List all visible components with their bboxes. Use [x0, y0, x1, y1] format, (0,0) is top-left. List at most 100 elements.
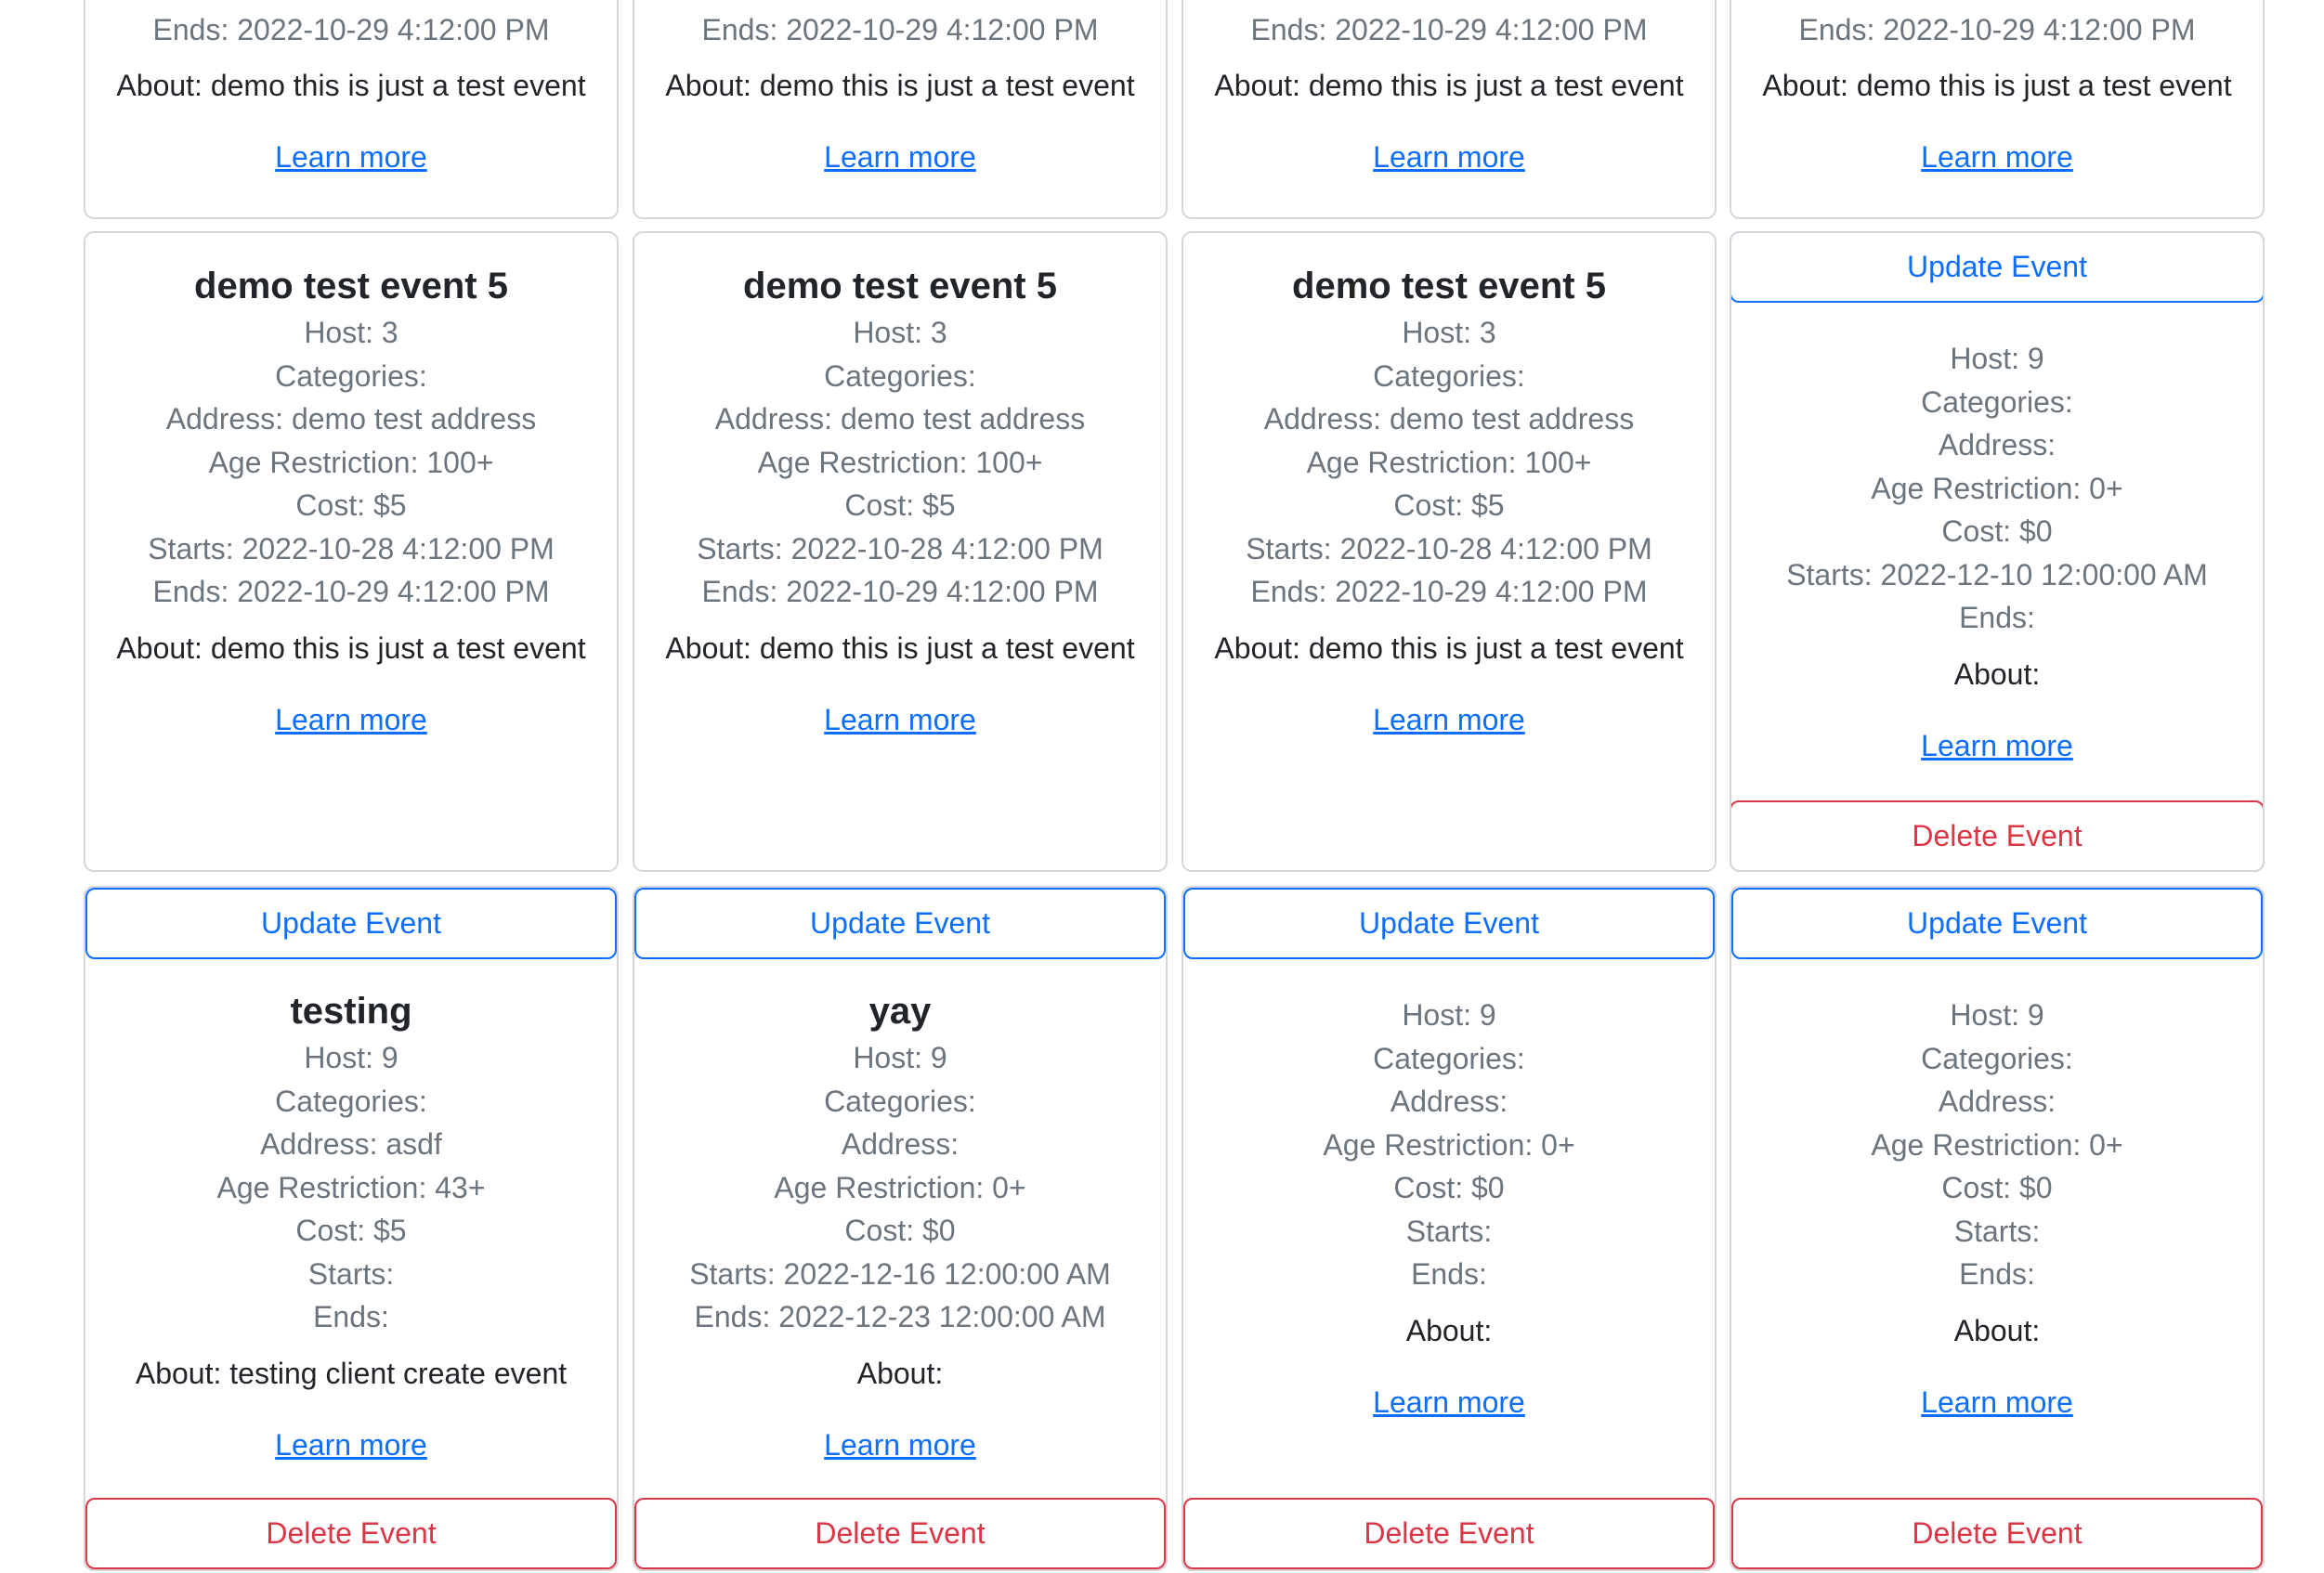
event-about: About: testing client create event [135, 1356, 568, 1390]
event-host: Host: 9 [1402, 998, 1496, 1032]
event-cost: Cost: $0 [844, 1214, 956, 1247]
learn-more-link[interactable]: Learn more [824, 701, 976, 738]
event-ends: Ends: 2022-10-29 4:12:00 PM [1250, 575, 1648, 608]
event-cost: Cost: $5 [844, 488, 956, 522]
event-starts: Starts: 2022-10-28 4:12:00 PM [697, 531, 1103, 566]
event-title: demo test event 5 [194, 266, 508, 306]
event-age-restriction: Age Restriction: 100+ [1306, 445, 1592, 479]
event-cost: Cost: $0 [1941, 1171, 2053, 1204]
event-address: Address: demo test address [1263, 402, 1635, 436]
event-ends: Ends: [313, 1300, 389, 1333]
update-event-button[interactable]: Update Event [1730, 231, 2265, 303]
update-event-button[interactable]: Update Event [1183, 888, 1715, 959]
event-about: About: demo this is just a test event [116, 630, 586, 665]
event-title: testing [290, 991, 412, 1032]
event-host: Host: 9 [304, 1041, 398, 1074]
event-age-restriction: Age Restriction: 100+ [757, 445, 1043, 479]
delete-event-button[interactable]: Delete Event [1730, 800, 2265, 872]
learn-more-link[interactable]: Learn more [1373, 701, 1525, 738]
event-card: demo test event 5 Host: 3 Categories: Ad… [84, 231, 619, 872]
event-ends: Ends: 2022-10-29 4:12:00 PM [152, 575, 550, 608]
event-ends: Ends: 2022-10-29 4:12:00 PM [152, 12, 550, 46]
event-address: Address: [1390, 1085, 1508, 1118]
event-card: Update Event Host: 9 Categories: Address… [1182, 886, 1717, 1571]
event-cost: Cost: $5 [295, 1214, 407, 1247]
learn-more-link[interactable]: Learn more [275, 701, 427, 738]
event-card: Update Event Host: 9 Categories: Address… [1730, 231, 2265, 872]
event-card: Starts: 2022-10-28 4:12:00 PM Ends: 2022… [84, 0, 619, 219]
event-title: demo test event 5 [1292, 266, 1606, 306]
event-ends: Ends: 2022-10-29 4:12:00 PM [1250, 12, 1648, 46]
event-ends: Ends: 2022-10-29 4:12:00 PM [1798, 12, 2196, 46]
event-about: About: [1405, 1313, 1493, 1347]
update-event-button[interactable]: Update Event [634, 888, 1166, 959]
event-ends: Ends: [1959, 601, 2035, 634]
learn-more-link[interactable]: Learn more [1921, 138, 2073, 176]
event-card: Starts: 2022-10-28 4:12:00 PM Ends: 2022… [1730, 0, 2265, 219]
event-card: Update Event yay Host: 9 Categories: Add… [633, 886, 1168, 1571]
event-card: Update Event testing Host: 9 Categories:… [84, 886, 619, 1571]
event-address: Address: [841, 1127, 960, 1161]
learn-more-link[interactable]: Learn more [275, 1426, 427, 1463]
event-host: Host: 9 [1950, 998, 2044, 1032]
event-starts: Starts: 2022-10-28 4:12:00 PM [1731, 0, 2263, 8]
event-starts: Starts: 2022-10-28 4:12:00 PM [1246, 531, 1652, 566]
event-age-restriction: Age Restriction: 100+ [208, 445, 494, 479]
delete-event-button[interactable]: Delete Event [85, 1498, 617, 1569]
event-starts: Starts: 2022-10-28 4:12:00 PM [634, 0, 1166, 8]
event-age-restriction: Age Restriction: 0+ [1871, 1127, 2123, 1162]
event-cost: Cost: $0 [1393, 1171, 1505, 1204]
event-starts: Starts: 2022-10-28 4:12:00 PM [85, 0, 617, 8]
event-about: About: [1953, 656, 2041, 691]
event-categories: Categories: [275, 358, 427, 393]
event-card: Starts: 2022-10-28 4:12:00 PM Ends: 2022… [633, 0, 1168, 219]
delete-event-button[interactable]: Delete Event [1183, 1498, 1715, 1569]
learn-more-link[interactable]: Learn more [275, 138, 427, 176]
event-address: Address: [1938, 1085, 2056, 1118]
event-categories: Categories: [1921, 1041, 2073, 1075]
learn-more-link[interactable]: Learn more [824, 138, 976, 176]
event-categories: Categories: [1373, 1041, 1525, 1075]
update-event-button[interactable]: Update Event [1731, 888, 2263, 959]
event-starts: Starts: [1405, 1214, 1493, 1248]
event-categories: Categories: [824, 1084, 976, 1118]
event-card: Update Event Host: 9 Categories: Address… [1730, 886, 2265, 1571]
event-card: demo test event 5 Host: 3 Categories: Ad… [1182, 231, 1717, 872]
event-about: About: demo this is just a test event [1214, 69, 1684, 102]
event-ends: Ends: [1411, 1257, 1487, 1291]
event-ends: Ends: 2022-10-29 4:12:00 PM [701, 575, 1099, 608]
event-starts: Starts: 2022-12-16 12:00:00 AM [689, 1256, 1111, 1291]
delete-event-button[interactable]: Delete Event [634, 1498, 1166, 1569]
event-categories: Categories: [1373, 358, 1525, 393]
event-age-restriction: Age Restriction: 43+ [216, 1170, 486, 1204]
learn-more-link[interactable]: Learn more [1373, 1384, 1525, 1421]
event-starts: Starts: [1953, 1214, 2041, 1248]
event-starts: Starts: [307, 1256, 395, 1291]
learn-more-link[interactable]: Learn more [1921, 727, 2073, 764]
learn-more-link[interactable]: Learn more [824, 1426, 976, 1463]
event-about: About: demo this is just a test event [1214, 630, 1684, 665]
event-host: Host: 3 [304, 316, 398, 349]
learn-more-link[interactable]: Learn more [1373, 138, 1525, 176]
event-about: About: demo this is just a test event [1762, 69, 2232, 102]
learn-more-link[interactable]: Learn more [1921, 1384, 2073, 1421]
event-about: About: demo this is just a test event [665, 69, 1135, 102]
event-host: Host: 9 [853, 1041, 947, 1074]
event-about: About: [856, 1356, 944, 1390]
update-event-button[interactable]: Update Event [85, 888, 617, 959]
event-cost: Cost: $0 [1941, 514, 2053, 548]
event-starts: Starts: 2022-12-10 12:00:00 AM [1786, 557, 2208, 592]
event-age-restriction: Age Restriction: 0+ [774, 1170, 1026, 1204]
event-categories: Categories: [824, 358, 976, 393]
event-categories: Categories: [1921, 384, 2073, 419]
event-address: Address: demo test address [165, 402, 537, 436]
event-address: Address: [1938, 428, 2056, 462]
event-address: Address: asdf [260, 1127, 442, 1161]
event-address: Address: demo test address [714, 402, 1086, 436]
event-ends: Ends: 2022-12-23 12:00:00 AM [694, 1300, 1106, 1333]
delete-event-button[interactable]: Delete Event [1731, 1498, 2263, 1569]
event-title: demo test event 5 [743, 266, 1057, 306]
event-host: Host: 3 [1402, 316, 1496, 349]
event-cost: Cost: $5 [295, 488, 407, 522]
event-age-restriction: Age Restriction: 0+ [1871, 471, 2123, 505]
